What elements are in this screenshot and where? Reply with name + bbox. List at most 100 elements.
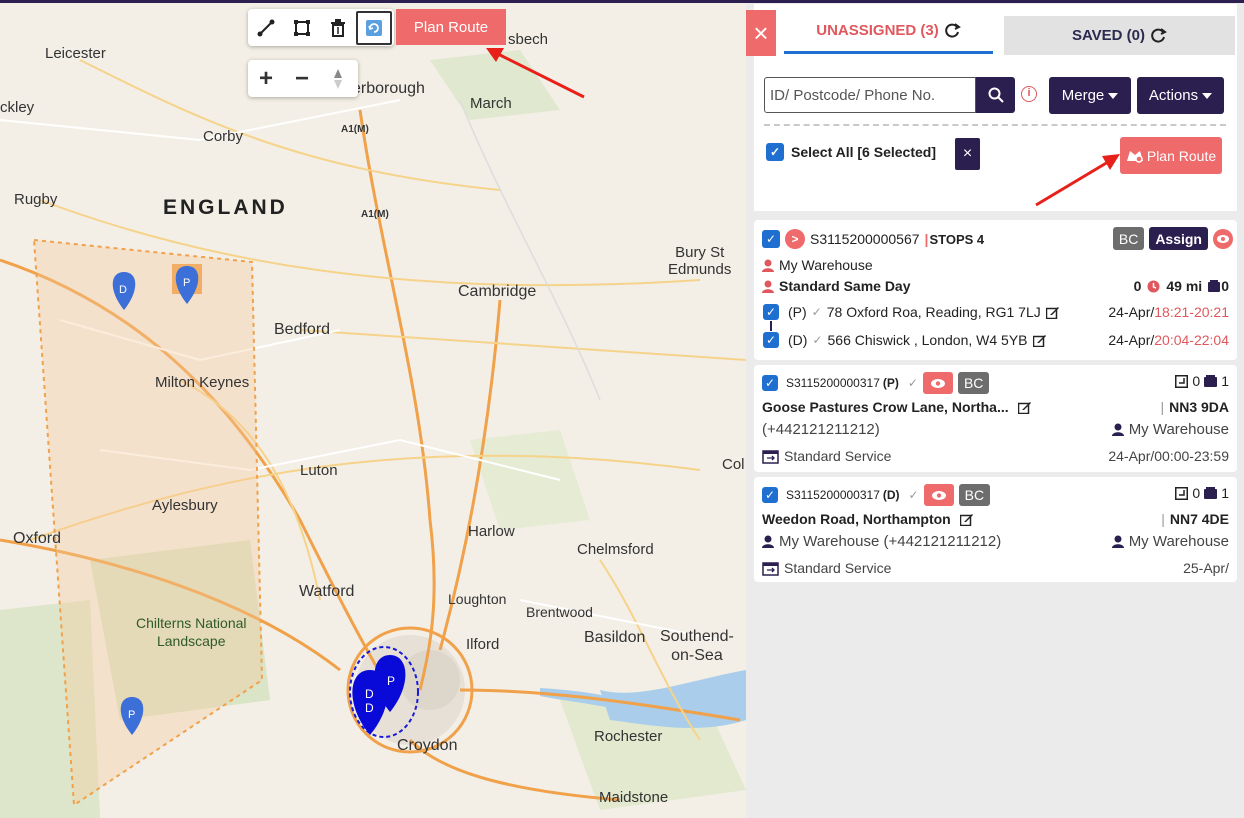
route-packages: 0 <box>1221 278 1229 294</box>
map-marker-delivery[interactable]: D <box>365 701 374 715</box>
refresh-icon[interactable] <box>1151 27 1167 44</box>
bc-badge[interactable]: BC <box>957 372 990 394</box>
order-type: (P) <box>882 376 899 390</box>
route-icon <box>1126 150 1143 163</box>
place-label: Brentwood <box>526 604 593 620</box>
map-marker-pickup[interactable]: P <box>128 709 135 721</box>
place-label: Harlow <box>468 523 515 540</box>
route-warehouse: My Warehouse <box>779 257 873 273</box>
tab-saved[interactable]: SAVED (0) <box>1004 16 1235 55</box>
place-label: Southend- on-Sea <box>660 628 734 664</box>
place-label: Milton Keynes <box>155 374 250 391</box>
select-all-checkbox[interactable]: ✓ Select All [6 Selected] <box>766 143 936 161</box>
stop-window: 20:04-22:04 <box>1154 332 1229 348</box>
zoom-in-button[interactable]: + <box>248 60 284 97</box>
checkbox-checked-icon[interactable]: ✓ <box>763 304 779 320</box>
return-icon <box>1175 374 1189 388</box>
clock-icon <box>1147 280 1160 292</box>
checkbox-checked-icon[interactable]: ✓ <box>762 230 780 248</box>
edit-icon[interactable] <box>959 513 973 526</box>
package-icon <box>1204 375 1218 387</box>
checkbox-checked-icon[interactable]: ✓ <box>762 375 778 391</box>
user-icon <box>762 280 774 293</box>
search-input[interactable] <box>764 77 976 113</box>
divider <box>764 124 1226 126</box>
caret-down-icon <box>1202 92 1213 99</box>
place-label: Bury St Edmunds <box>668 244 732 278</box>
map-marker-delivery[interactable]: D <box>119 284 127 296</box>
place-label: Corby <box>203 128 244 145</box>
expand-chevron-icon[interactable]: > <box>785 229 805 249</box>
panel-header: × UNASSIGNED (3) SAVED (0) i Merge Actio… <box>746 4 1237 211</box>
actions-dropdown[interactable]: Actions <box>1137 77 1224 114</box>
edit-icon[interactable] <box>1045 306 1059 319</box>
double-check-icon: ✓ <box>811 305 822 319</box>
polygon-draw-icon[interactable] <box>284 9 320 46</box>
edit-icon[interactable] <box>1032 334 1046 347</box>
user-icon <box>762 259 774 272</box>
search-icon <box>988 87 1004 103</box>
place-label: Luton <box>300 462 338 479</box>
clear-selection-button[interactable]: × <box>955 138 980 170</box>
bc-badge[interactable]: BC <box>958 484 991 506</box>
eye-icon[interactable] <box>923 484 954 506</box>
tab-unassigned-label: UNASSIGNED (3) <box>816 22 939 39</box>
place-label: Maidstone <box>599 789 669 806</box>
refresh-icon[interactable] <box>356 10 392 45</box>
trash-icon[interactable] <box>320 9 356 46</box>
stop-date: 24-Apr/ <box>1108 304 1155 320</box>
place-label: Ilford <box>466 636 500 653</box>
route-stops: STOPS 4 <box>929 231 985 247</box>
calendar-icon <box>762 449 779 464</box>
checkbox-checked-icon[interactable]: ✓ <box>766 143 784 161</box>
checkbox-checked-icon[interactable]: ✓ <box>763 332 779 348</box>
eye-icon[interactable] <box>1213 228 1233 249</box>
place-label: erborough <box>352 80 425 97</box>
eye-icon[interactable] <box>922 372 953 394</box>
order-postcode: NN7 4DE <box>1169 511 1229 527</box>
assign-button[interactable]: Assign <box>1149 227 1208 250</box>
place-label: Col <box>722 456 745 473</box>
tab-unassigned[interactable]: UNASSIGNED (3) <box>784 10 993 54</box>
order-card[interactable]: ✓ S3115200000317 (P) ✓ BC 0 1 Goose Past… <box>754 365 1237 472</box>
top-accent-bar <box>0 0 1244 3</box>
road-label: A1(M) <box>361 209 389 220</box>
refresh-icon[interactable] <box>944 22 961 39</box>
info-icon[interactable]: i <box>1021 86 1037 102</box>
route-count: 0 <box>1133 278 1142 294</box>
return-icon <box>1175 486 1189 500</box>
place-label: Bedford <box>274 321 331 338</box>
annotation-arrow <box>486 48 585 99</box>
stop-address: 566 Chiswick , London, W4 5YB <box>827 332 1028 348</box>
search-button[interactable] <box>976 77 1015 113</box>
zoom-out-button[interactable]: − <box>284 60 320 97</box>
caret-down-icon <box>1108 92 1119 99</box>
order-card[interactable]: ✓ S3115200000317 (D) ✓ BC 0 1 Weedon Roa… <box>754 477 1237 582</box>
plan-route-label: Plan Route <box>1146 147 1217 164</box>
order-phone: My Warehouse (+442121211212) <box>779 533 1002 550</box>
close-panel-button[interactable]: × <box>746 10 776 56</box>
checkbox-checked-icon[interactable]: ✓ <box>762 487 778 503</box>
line-draw-icon[interactable] <box>248 9 284 46</box>
order-count: 0 <box>1192 485 1201 501</box>
merge-dropdown[interactable]: Merge <box>1049 77 1131 114</box>
map-marker-pickup[interactable]: P <box>387 674 395 688</box>
route-card[interactable]: ✓ > S3115200000567 | STOPS 4 BC Assign My… <box>754 220 1237 360</box>
order-service: Standard Service <box>784 560 892 576</box>
place-label: Chelmsford <box>577 541 654 558</box>
map-marker-delivery[interactable]: D <box>365 687 374 701</box>
plan-route-button[interactable]: Plan Route <box>1120 137 1222 174</box>
map-marker-pickup[interactable]: P <box>183 277 190 289</box>
order-window: 24-Apr/00:00-23:59 <box>1108 448 1229 464</box>
order-service: Standard Service <box>784 448 892 464</box>
select-all-label: Select All [6 Selected] <box>791 144 936 160</box>
stop-type: (P) <box>788 304 807 320</box>
bc-badge[interactable]: BC <box>1112 227 1145 250</box>
place-label: Croydon <box>397 737 458 754</box>
map-view[interactable]: Leicester ckley sbech erborough March Co… <box>0 0 746 818</box>
edit-icon[interactable] <box>1017 401 1031 414</box>
compass-icon[interactable] <box>320 60 356 97</box>
orders-panel: × UNASSIGNED (3) SAVED (0) i Merge Actio… <box>746 0 1244 818</box>
order-id: S3115200000317 <box>786 376 880 390</box>
place-label: Basildon <box>584 629 646 646</box>
